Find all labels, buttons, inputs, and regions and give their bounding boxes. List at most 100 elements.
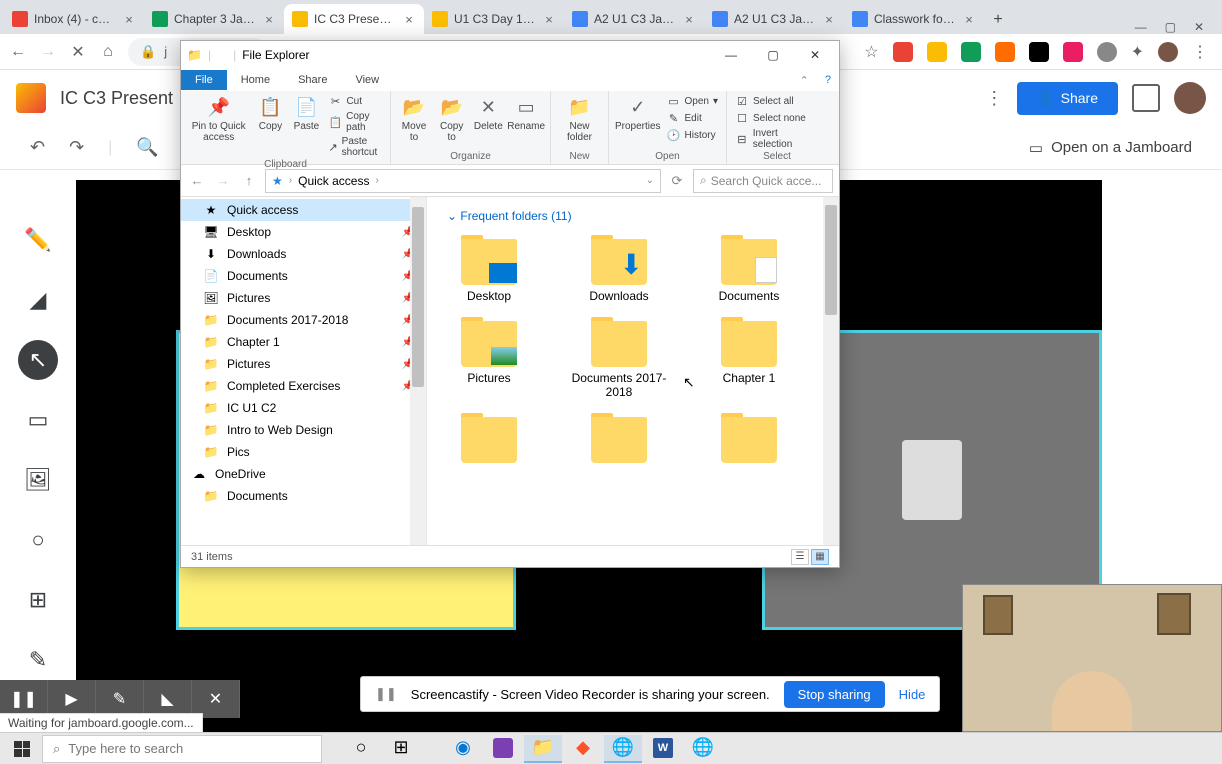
tab-u1c3[interactable]: U1 C3 Day 1 C... ×	[424, 4, 564, 34]
pause-icon[interactable]: ❚❚	[375, 686, 397, 702]
close-icon[interactable]: ✕	[1194, 20, 1204, 34]
nav-item-completed-exercises[interactable]: 📁Completed Exercises📌	[181, 375, 426, 397]
stop-button[interactable]: ✕	[68, 42, 88, 62]
minimize-icon[interactable]: —	[1135, 20, 1147, 34]
user-avatar[interactable]	[1174, 82, 1206, 114]
new-tab-button[interactable]: +	[984, 6, 1012, 34]
select-none-button[interactable]: ☐Select none	[733, 110, 821, 126]
ext-icon-7[interactable]	[1097, 42, 1117, 62]
edit-button[interactable]: ✎Edit	[665, 110, 721, 126]
folder-chapter-1[interactable]: Chapter 1	[699, 315, 799, 399]
ribbon-tab-file[interactable]: File	[181, 70, 227, 90]
laser-tool[interactable]: ✎	[18, 640, 58, 680]
nav-item-quick-access[interactable]: ★Quick access	[181, 199, 426, 221]
tab-a2u1c3-1[interactable]: A2 U1 C3 Jam... ×	[564, 4, 704, 34]
navpane-scrollbar[interactable]	[410, 197, 426, 545]
tab-inbox[interactable]: Inbox (4) - cm... ×	[4, 4, 144, 34]
folder-partial[interactable]	[569, 411, 669, 467]
maximize-icon[interactable]: ▢	[1165, 20, 1176, 34]
nav-back-button[interactable]: ←	[187, 173, 207, 188]
copy-button[interactable]: 📋Copy	[254, 93, 286, 134]
tab-chapter3[interactable]: Chapter 3 Jam... ×	[144, 4, 284, 34]
frame-picker-icon[interactable]	[1132, 84, 1160, 112]
image-tool[interactable]: 🖼	[18, 460, 58, 500]
open-on-jamboard-button[interactable]: ▭ Open on a Jamboard	[1029, 139, 1192, 157]
ext-icon-6[interactable]	[1063, 42, 1083, 62]
copy-path-button[interactable]: 📋Copy path	[326, 110, 384, 134]
folder-desktop[interactable]: Desktop	[439, 233, 539, 303]
nav-item-pics[interactable]: 📁Pics	[181, 441, 426, 463]
nav-item-pictures[interactable]: 📁Pictures📌	[181, 353, 426, 375]
paste-shortcut-button[interactable]: ↗Paste shortcut	[326, 135, 384, 159]
cortana-icon[interactable]: ○	[342, 735, 380, 763]
folder-documents[interactable]: Documents	[699, 233, 799, 303]
ext-icon-5[interactable]	[1029, 42, 1049, 62]
file-explorer-icon[interactable]: 📁	[524, 735, 562, 763]
folder-pictures[interactable]: Pictures	[439, 315, 539, 399]
icons-view-icon[interactable]: ▦	[811, 549, 829, 565]
close-icon[interactable]: ×	[542, 12, 556, 27]
cut-button[interactable]: ✂Cut	[326, 93, 384, 109]
minimize-button[interactable]: —	[713, 48, 749, 62]
navigation-pane[interactable]: ★Quick access🖥Desktop📌⬇Downloads📌📄Docume…	[181, 197, 427, 545]
nav-item-documents-2017-2018[interactable]: 📁Documents 2017-2018📌	[181, 309, 426, 331]
close-icon[interactable]: ×	[402, 12, 416, 27]
nav-item-documents[interactable]: 📄Documents📌	[181, 265, 426, 287]
shape-tool[interactable]: ○	[18, 520, 58, 560]
sticky-note-tool[interactable]: ▭	[18, 400, 58, 440]
star-icon[interactable]: ☆	[864, 42, 878, 62]
move-to-button[interactable]: 📂Move to	[397, 93, 431, 145]
nav-item-pictures[interactable]: 🖼Pictures📌	[181, 287, 426, 309]
text-tool[interactable]: ⊞	[18, 580, 58, 620]
word-icon[interactable]: W	[644, 735, 682, 763]
properties-button[interactable]: ✓Properties	[615, 93, 661, 134]
nav-item-ic-u1-c2[interactable]: 📁IC U1 C2	[181, 397, 426, 419]
frequent-folders-header[interactable]: ⌄ Frequent folders (11)	[439, 205, 827, 233]
ribbon-tab-share[interactable]: Share	[284, 70, 341, 90]
select-tool[interactable]: ↖	[18, 340, 58, 380]
stop-sharing-button[interactable]: Stop sharing	[784, 681, 885, 708]
maximize-button[interactable]: ▢	[755, 48, 791, 62]
folder-partial[interactable]	[699, 411, 799, 467]
undo-button[interactable]: ↶	[30, 137, 45, 158]
explorer-titlebar[interactable]: 📁 | | File Explorer — ▢ ✕	[181, 41, 839, 69]
tab-ic-c3[interactable]: IC C3 Presenta... ×	[284, 4, 424, 34]
profile-avatar[interactable]	[1158, 42, 1178, 62]
ext-icon-4[interactable]	[995, 42, 1015, 62]
more-menu-icon[interactable]: ⋮	[985, 88, 1003, 109]
pen-tool[interactable]: ✏️	[18, 220, 58, 260]
edge-icon[interactable]: ◉	[444, 735, 482, 763]
refresh-button[interactable]: ⟳	[667, 173, 687, 189]
back-button[interactable]: ←	[8, 42, 28, 62]
history-button[interactable]: 🕑History	[665, 127, 721, 143]
task-view-icon[interactable]: ⊞	[382, 735, 420, 763]
invert-selection-button[interactable]: ⊟Invert selection	[733, 127, 821, 151]
chevron-down-icon[interactable]: ⌄	[646, 175, 654, 186]
ribbon-collapse-icon[interactable]: ⌃	[792, 74, 817, 87]
jam-title[interactable]: IC C3 Present	[60, 88, 173, 109]
jamboard-logo-icon[interactable]	[16, 83, 46, 113]
redo-button[interactable]: ↷	[69, 137, 84, 158]
chrome-icon[interactable]: 🌐	[604, 735, 642, 763]
open-button[interactable]: ▭Open ▾	[665, 93, 721, 109]
paste-button[interactable]: 📄Paste	[290, 93, 322, 134]
taskbar-search[interactable]: ⌕ Type here to search	[42, 735, 322, 763]
copy-to-button[interactable]: 📂Copy to	[435, 93, 468, 145]
folder-documents-2017-2018[interactable]: Documents 2017-2018	[569, 315, 669, 399]
folder-partial[interactable]	[439, 411, 539, 467]
details-view-icon[interactable]: ☰	[791, 549, 809, 565]
eraser-tool[interactable]: ◢	[18, 280, 58, 320]
close-icon[interactable]: ×	[682, 12, 696, 27]
nav-item-chapter-1[interactable]: 📁Chapter 1📌	[181, 331, 426, 353]
nav-item-intro-to-web-design[interactable]: 📁Intro to Web Design	[181, 419, 426, 441]
folder-downloads[interactable]: ⬇Downloads	[569, 233, 669, 303]
ext-icon-1[interactable]	[893, 42, 913, 62]
ribbon-tab-home[interactable]: Home	[227, 70, 284, 90]
ext-icon-drive[interactable]	[927, 42, 947, 62]
close-icon[interactable]: ×	[822, 12, 836, 27]
close-icon[interactable]: ×	[262, 12, 276, 27]
brave-icon[interactable]: ◆	[564, 735, 602, 763]
close-icon[interactable]: ×	[962, 12, 976, 27]
ribbon-tab-view[interactable]: View	[341, 70, 393, 90]
breadcrumb[interactable]: ★ › Quick access › ⌄	[265, 169, 661, 193]
